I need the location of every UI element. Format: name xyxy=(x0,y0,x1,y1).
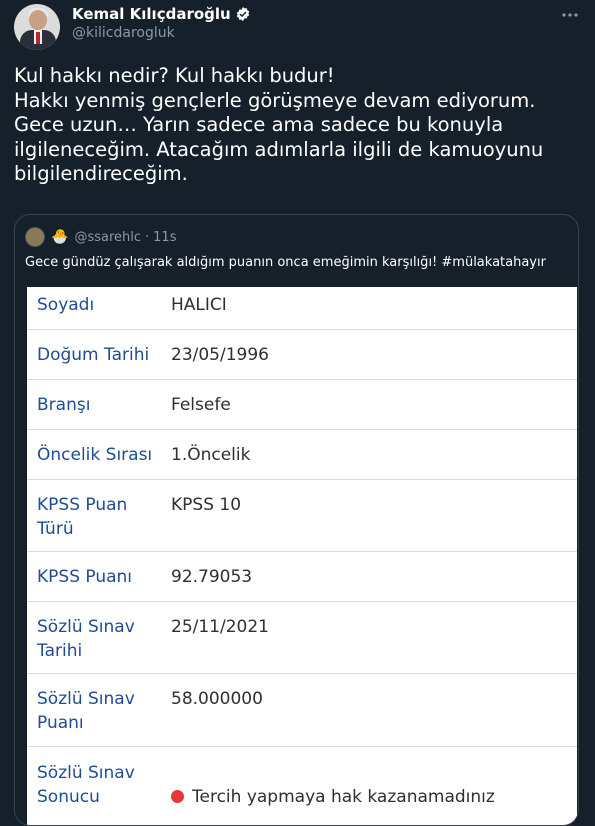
record-value: 23/05/1996 xyxy=(171,345,269,365)
record-row: Sözlü Sınav Puanı 58.000000 xyxy=(27,674,577,747)
record-row: Sözlü Sınav Sonucu Tercih yapmaya hak ka… xyxy=(27,747,577,825)
author-avatar[interactable] xyxy=(14,4,60,50)
tweet-header: Kemal Kılıçdaroğlu @kilicdarogluk xyxy=(14,4,584,50)
record-value: HALICI xyxy=(171,295,227,315)
record-value: 58.000000 xyxy=(171,689,263,709)
quoted-separator: · xyxy=(145,229,150,245)
record-value: KPSS 10 xyxy=(171,495,242,515)
quoted-author-avatar[interactable] xyxy=(25,227,45,247)
quoted-tweet[interactable]: 🐣 @ssarehlc · 11s Gece gündüz çalışarak … xyxy=(14,214,579,826)
record-label: KPSS Puan Türü xyxy=(37,495,128,539)
record-value: 1.Öncelik xyxy=(171,445,251,465)
quoted-tweet-text: Gece gündüz çalışarak aldığım puanın onc… xyxy=(25,255,546,270)
record-label: KPSS Puanı xyxy=(37,567,133,587)
author-name[interactable]: Kemal Kılıçdaroğlu xyxy=(72,5,231,23)
more-options-icon[interactable] xyxy=(560,8,580,22)
record-row: Öncelik Sırası 1.Öncelik xyxy=(27,430,577,480)
record-label: Sözlü Sınav Tarihi xyxy=(37,617,135,661)
record-value-status: Tercih yapmaya hak kazanamadınız xyxy=(171,761,495,809)
record-label: Sözlü Sınav Puanı xyxy=(37,689,135,733)
quoted-author-emoji: 🐣 xyxy=(51,229,69,245)
quoted-timestamp[interactable]: 11s xyxy=(153,230,176,245)
record-value: Tercih yapmaya hak kazanamadınız xyxy=(192,787,495,807)
author-handle[interactable]: @kilicdarogluk xyxy=(72,25,175,41)
record-label: Öncelik Sırası xyxy=(37,445,153,465)
record-label: Sözlü Sınav Sonucu xyxy=(37,763,135,807)
record-value: Felsefe xyxy=(171,395,231,415)
record-value: 25/11/2021 xyxy=(171,617,269,637)
verified-badge-icon xyxy=(236,7,249,21)
record-row: KPSS Puanı 92.79053 xyxy=(27,552,577,602)
record-row: Sözlü Sınav Tarihi 25/11/2021 xyxy=(27,602,577,674)
record-row: Soyadı HALICI xyxy=(27,287,577,330)
result-screenshot-image[interactable]: Soyadı HALICI Doğum Tarihi 23/05/1996 Br… xyxy=(27,287,577,825)
record-value: 92.79053 xyxy=(171,567,253,587)
record-label: Soyadı xyxy=(37,295,95,315)
record-row: KPSS Puan Türü KPSS 10 xyxy=(27,480,577,552)
record-label: Branşı xyxy=(37,395,91,415)
record-row: Branşı Felsefe xyxy=(27,380,577,430)
record-label: Doğum Tarihi xyxy=(37,345,150,365)
tweet-text: Kul hakkı nedir? Kul hakkı budur! Hakkı … xyxy=(14,64,544,185)
quoted-author-handle[interactable]: @ssarehlc xyxy=(74,230,141,245)
record-row: Doğum Tarihi 23/05/1996 xyxy=(27,330,577,380)
quoted-tweet-header: 🐣 @ssarehlc · 11s xyxy=(25,227,176,247)
status-dot-icon xyxy=(171,790,184,803)
author-name-row: Kemal Kılıçdaroğlu xyxy=(72,4,251,24)
